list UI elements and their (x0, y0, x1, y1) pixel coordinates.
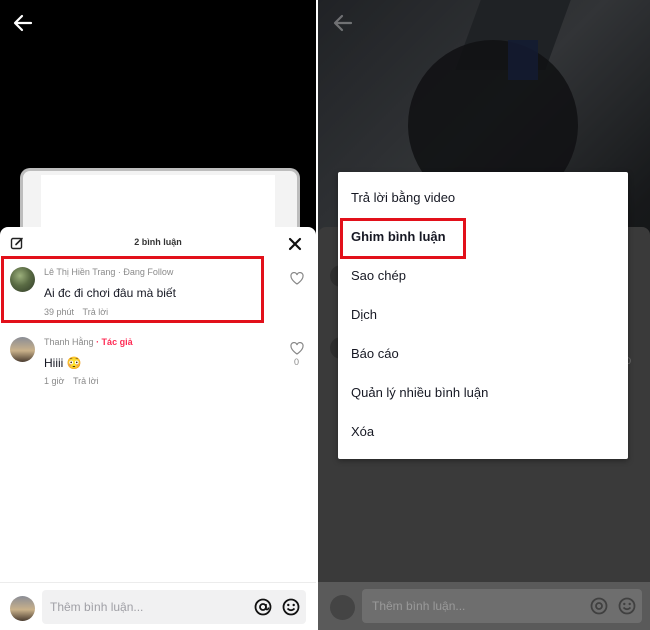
comment-input[interactable] (50, 590, 240, 624)
heart-icon[interactable] (290, 342, 304, 355)
at-icon (590, 597, 608, 615)
comment-username[interactable]: Thanh Hằng · Tác giả (44, 337, 133, 347)
avatar (330, 595, 355, 620)
menu-item-report[interactable]: Báo cáo (338, 334, 628, 373)
comment-input-container: Thêm bình luận... (362, 589, 642, 623)
menu-item-reply-video[interactable]: Trả lời bằng video (338, 178, 628, 217)
like-count: 0 (294, 357, 300, 367)
context-menu: Trả lời bằng video Ghim bình luận Sao ch… (338, 172, 628, 459)
back-arrow-icon[interactable] (12, 12, 34, 34)
reply-button[interactable]: Trả lời (73, 376, 99, 386)
heart-icon[interactable] (290, 272, 304, 285)
list-item[interactable]: Thanh Hằng · Tác giả Hiiii 😳 1 giờ Trả l… (0, 333, 316, 393)
emoji-icon[interactable] (282, 598, 300, 616)
comment-text: Hiiii 😳 (44, 356, 82, 370)
menu-item-translate[interactable]: Dịch (338, 295, 628, 334)
avatar (10, 596, 35, 621)
highlight-box (1, 256, 264, 323)
emoji-icon (618, 597, 636, 615)
at-icon[interactable] (254, 598, 272, 616)
comment-input-placeholder: Thêm bình luận... (372, 599, 466, 613)
comment-count: 2 bình luận (134, 237, 182, 247)
comment-input-container[interactable] (42, 590, 306, 624)
comment-time: 1 giờ (44, 376, 65, 386)
highlight-box (340, 218, 466, 259)
comment-sheet-header: 2 bình luận (0, 227, 316, 257)
comment-input-bar: Thêm bình luận... (318, 582, 650, 630)
menu-item-delete[interactable]: Xóa (338, 412, 628, 451)
comment-input-bar (0, 582, 316, 630)
back-arrow-icon (333, 14, 353, 32)
left-screen: 2 bình luận Lê Thị Hiền Trang · Đang Fol… (0, 0, 316, 630)
menu-item-manage-comments[interactable]: Quản lý nhiều bình luận (338, 373, 628, 412)
menu-item-copy[interactable]: Sao chép (338, 256, 628, 295)
comment-meta: 1 giờ Trả lời (44, 376, 99, 386)
author-tag: · Tác giả (96, 337, 133, 347)
close-icon[interactable] (288, 237, 302, 251)
avatar[interactable] (10, 337, 35, 362)
right-screen: 0 Trả lời bằng video Ghim bình luận Sao … (318, 0, 650, 630)
